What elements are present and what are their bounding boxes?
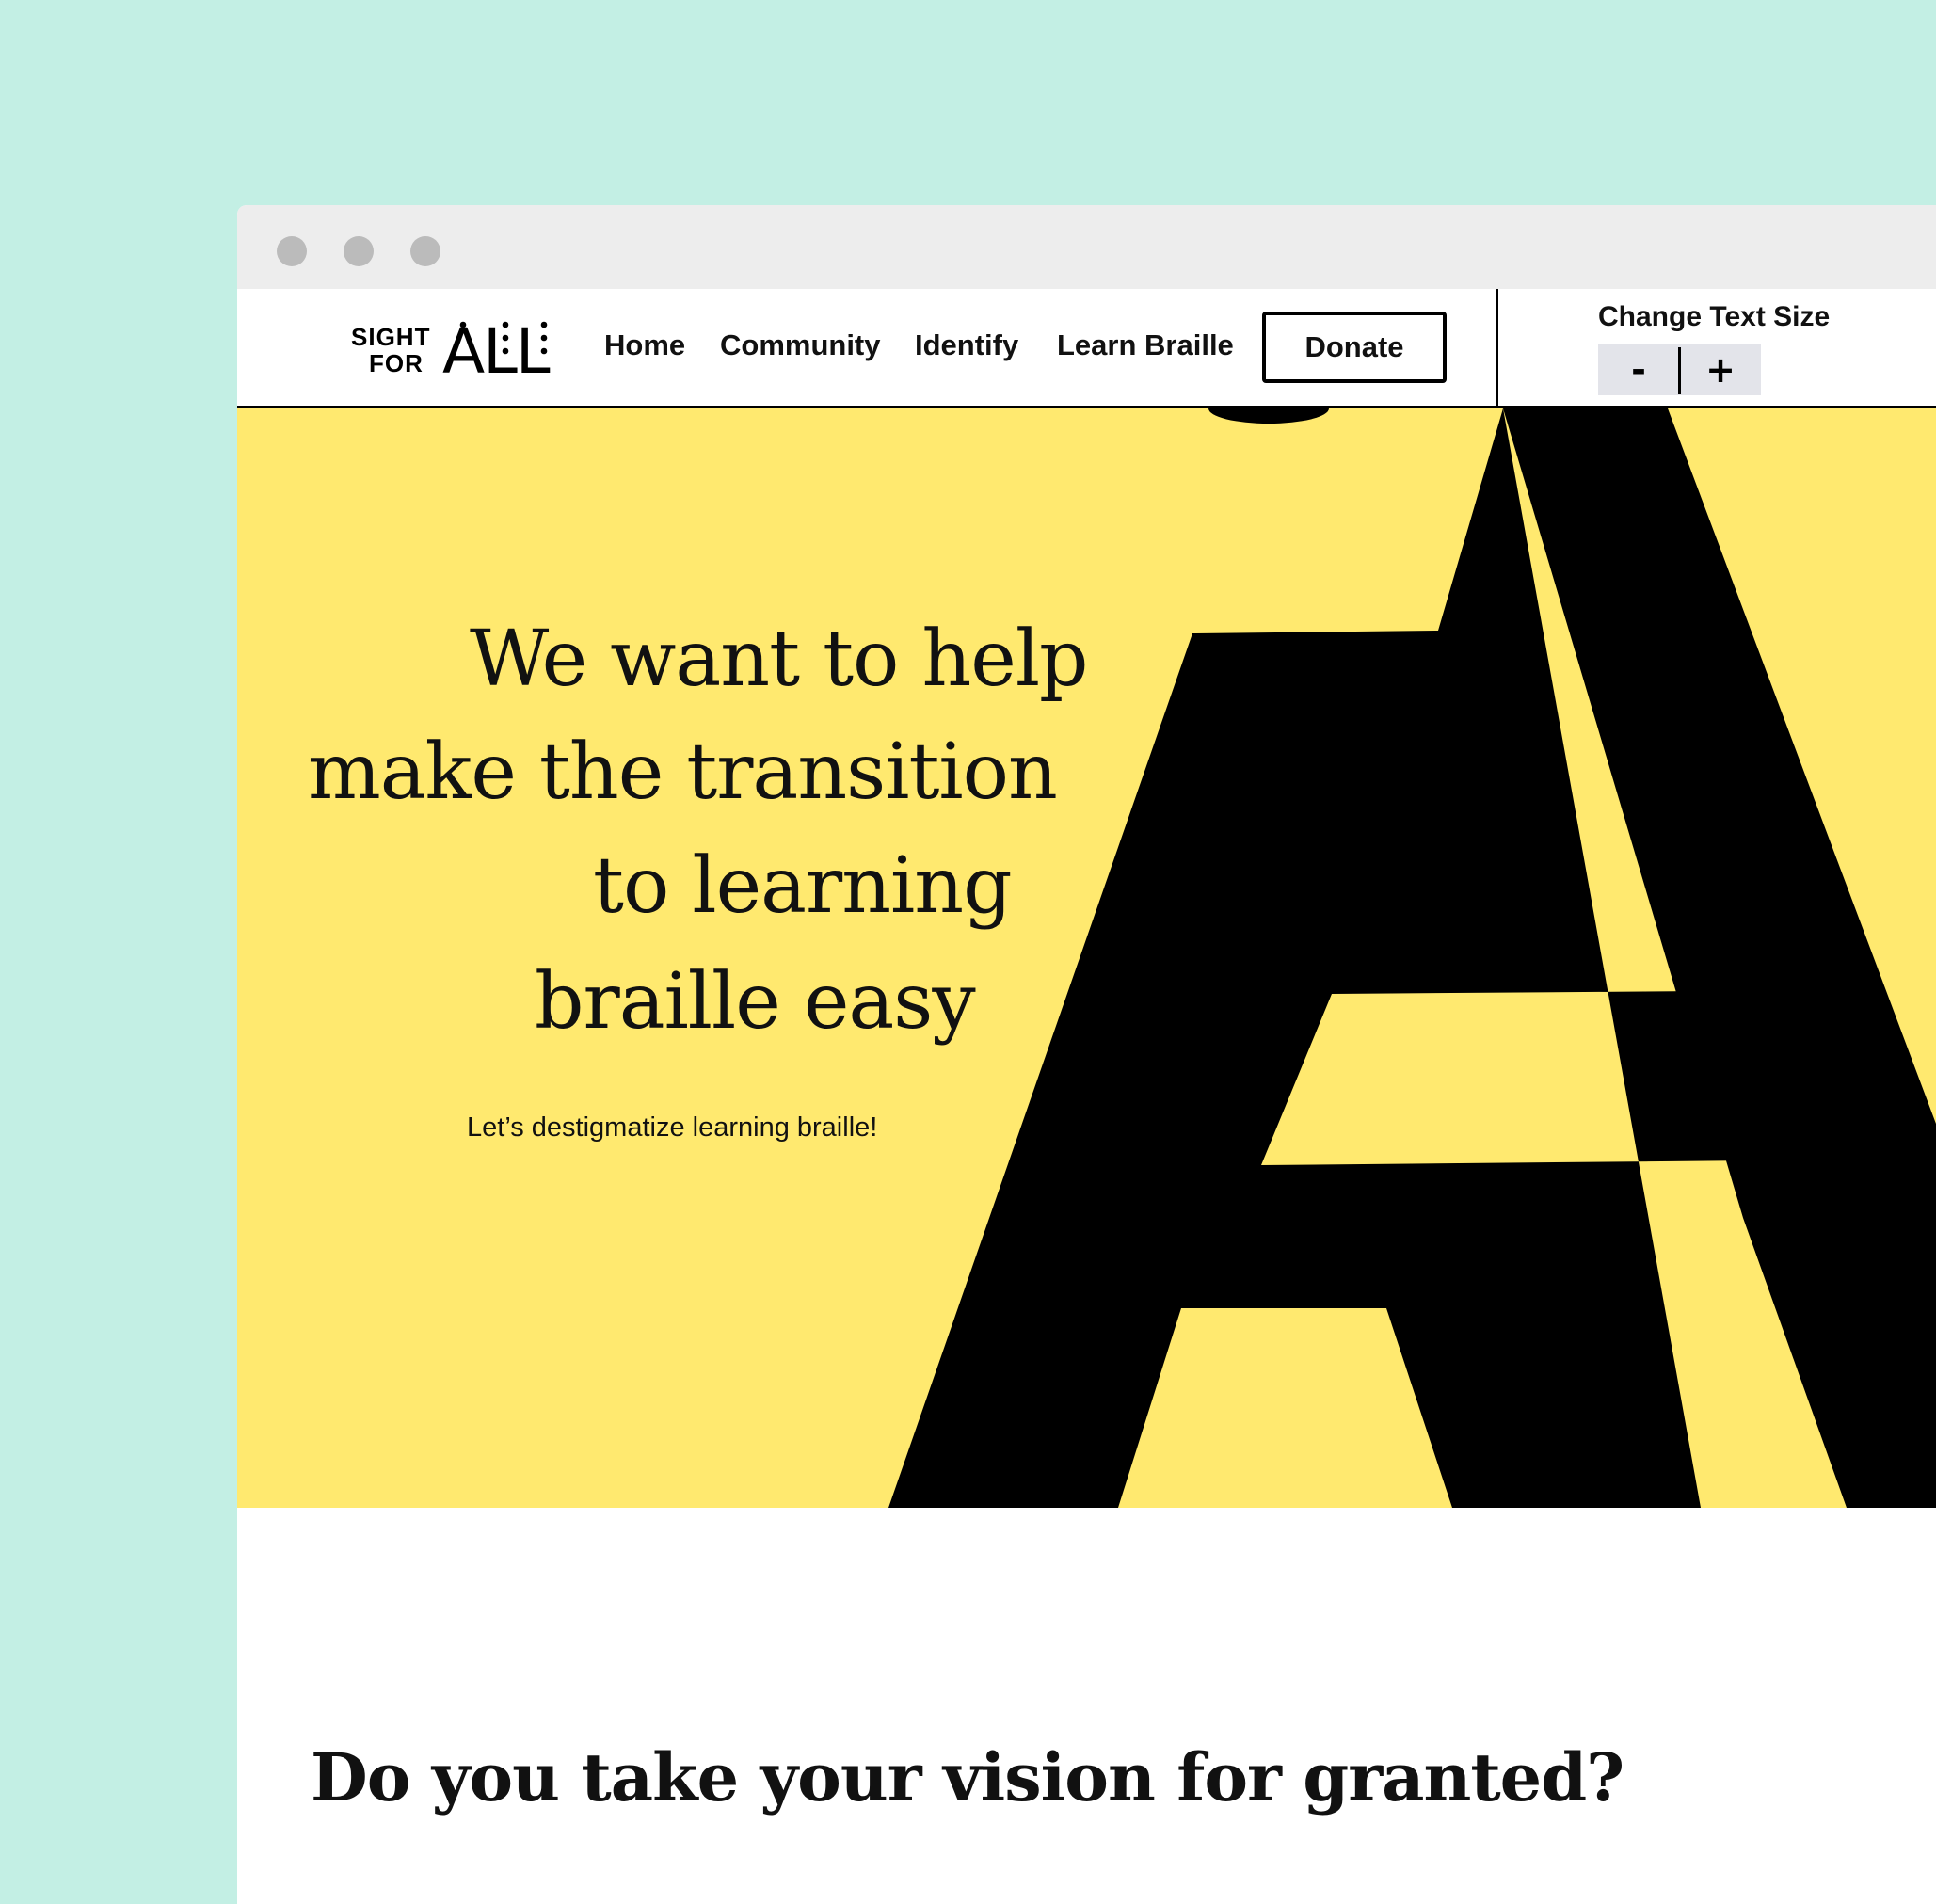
window-maximize-dot[interactable] (410, 236, 440, 266)
browser-title-bar (237, 205, 1936, 289)
hero-headline-line-2: make the transition (308, 728, 1058, 817)
text-size-control: - + (1598, 344, 1761, 395)
window-close-dot[interactable] (277, 236, 307, 266)
browser-window: SIGHT FOR ALL Home Community Identify Le… (237, 205, 1936, 1904)
hero-subtitle: Let’s destigmatize learning braille! (467, 1112, 878, 1143)
hero-headline-line-3: to learning (593, 841, 1013, 931)
site-header: SIGHT FOR ALL Home Community Identify Le… (237, 289, 1936, 408)
giant-letter-a-graphic (888, 408, 1936, 1508)
section-heading: Do you take your vision for granted? (311, 1738, 1624, 1816)
nav-home[interactable]: Home (604, 328, 685, 362)
braille-dots-icon (459, 321, 548, 355)
nav-identify[interactable]: Identify (915, 328, 1018, 362)
increase-text-size-button[interactable]: + (1680, 344, 1761, 395)
hero-headline-line-4: braille easy (535, 957, 976, 1047)
window-minimize-dot[interactable] (344, 236, 374, 266)
hero-headline-line-1: We want to help (470, 615, 1089, 704)
decrease-text-size-button[interactable]: - (1598, 344, 1679, 395)
text-size-label: Change Text Size (1598, 301, 1831, 332)
nav-learn-braille[interactable]: Learn Braille (1057, 328, 1234, 362)
donate-button[interactable]: Donate (1262, 312, 1447, 383)
sight-for-all-logo[interactable]: SIGHT FOR ALL (351, 317, 577, 385)
nav-community[interactable]: Community (720, 328, 881, 362)
header-divider (1496, 289, 1498, 408)
hero-section: We want to help make the transition to l… (237, 408, 1936, 1508)
